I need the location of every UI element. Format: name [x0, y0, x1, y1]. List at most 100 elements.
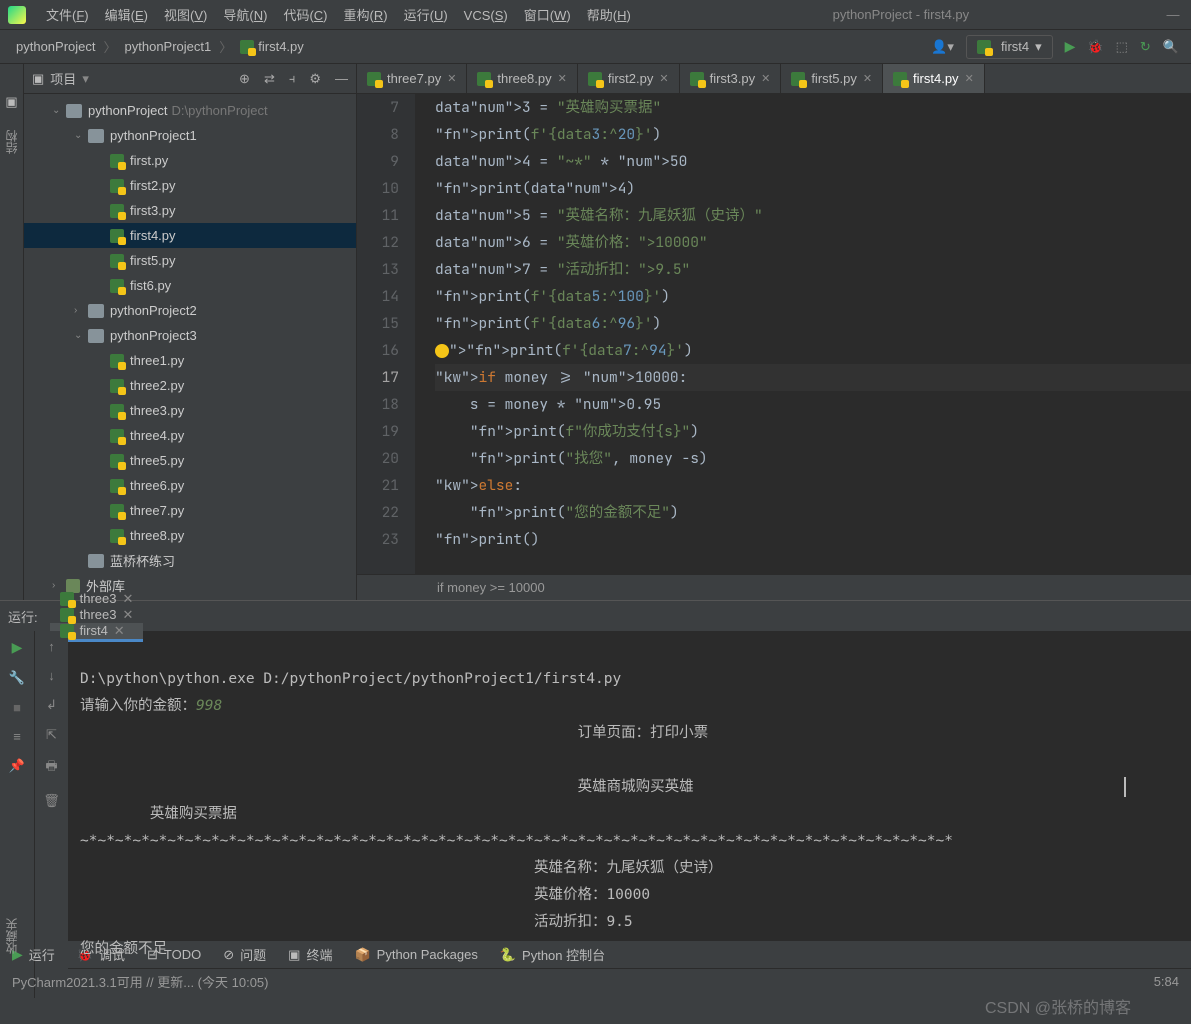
- rerun-button[interactable]: ▶: [12, 639, 23, 656]
- export-icon[interactable]: ⇱: [46, 727, 57, 743]
- python-file-icon: [60, 592, 74, 606]
- user-icon[interactable]: 👤▾: [931, 39, 954, 55]
- tree-row[interactable]: three6.py: [24, 473, 356, 498]
- stop-button[interactable]: ■: [13, 700, 21, 715]
- tree-row[interactable]: three8.py: [24, 523, 356, 548]
- down-icon[interactable]: ↓: [48, 668, 55, 683]
- python-file-icon: [110, 454, 124, 468]
- search-icon[interactable]: 🔍: [1163, 39, 1179, 55]
- tree-row[interactable]: three4.py: [24, 423, 356, 448]
- tree-row[interactable]: ›pythonProject2: [24, 298, 356, 323]
- menu-item[interactable]: 导航(N): [215, 8, 275, 23]
- trash-icon[interactable]: 🗑: [43, 793, 60, 809]
- menu-item[interactable]: 文件(F): [38, 8, 97, 23]
- tree-row[interactable]: ⌄pythonProjectD:\pythonProject: [24, 98, 356, 123]
- run-pane: 运行: three3 ✕three3 ✕first4 ✕ ▶ 🔧 ■ ≡ 📌 ↑…: [0, 600, 1191, 940]
- menu-item[interactable]: 视图(V): [156, 8, 215, 23]
- tree-row[interactable]: first5.py: [24, 248, 356, 273]
- breadcrumb-file[interactable]: first4.py: [236, 39, 308, 55]
- window-title: pythonProject - first4.py: [639, 7, 1163, 22]
- menu-item[interactable]: 运行(U): [396, 8, 456, 23]
- run-tab[interactable]: three3 ✕: [50, 607, 144, 623]
- debug-button[interactable]: 🐞: [1087, 39, 1103, 55]
- structure-tool[interactable]: 结构: [3, 130, 20, 154]
- menu-item[interactable]: 代码(C): [275, 8, 335, 23]
- breadcrumb-root[interactable]: pythonProject: [12, 39, 100, 54]
- code-breadcrumb[interactable]: if money >= 10000: [357, 574, 1191, 600]
- python-file-icon: [110, 179, 124, 193]
- layout-icon[interactable]: ≡: [13, 729, 21, 744]
- menu-item[interactable]: VCS(S): [456, 8, 516, 23]
- run-button[interactable]: ▶: [1065, 38, 1076, 55]
- pin-icon[interactable]: 📌: [9, 758, 25, 774]
- soft-wrap-icon[interactable]: ↲: [46, 697, 57, 713]
- breadcrumb-folder[interactable]: pythonProject1: [121, 39, 216, 54]
- stop-icon[interactable]: ↻: [1140, 39, 1151, 55]
- tree-row[interactable]: three1.py: [24, 348, 356, 373]
- tree-row[interactable]: first4.py: [24, 223, 356, 248]
- close-icon[interactable]: ✕: [558, 72, 567, 85]
- close-icon[interactable]: ✕: [123, 607, 134, 623]
- close-icon[interactable]: ✕: [123, 591, 134, 607]
- tree-row[interactable]: first.py: [24, 148, 356, 173]
- settings-icon[interactable]: ⚙: [309, 71, 321, 87]
- expand-icon[interactable]: ⇄: [264, 71, 275, 87]
- minimize-icon[interactable]: —: [1163, 7, 1183, 22]
- python-file-icon: [110, 154, 124, 168]
- chevron-right-icon: 〉: [100, 37, 121, 56]
- coverage-icon[interactable]: ⬚: [1116, 39, 1128, 55]
- tree-row[interactable]: first3.py: [24, 198, 356, 223]
- project-label[interactable]: 项目: [50, 69, 76, 88]
- menu-item[interactable]: 窗口(W): [516, 8, 579, 23]
- editor-tab[interactable]: three7.py✕: [357, 64, 467, 93]
- chevron-down-icon[interactable]: ▾: [82, 71, 89, 87]
- hide-icon[interactable]: —: [335, 71, 348, 87]
- menu-item[interactable]: 帮助(H): [579, 8, 639, 23]
- folder-icon: [88, 554, 104, 568]
- close-icon[interactable]: ✕: [965, 72, 974, 85]
- folder-icon: [88, 329, 104, 343]
- python-file-icon: [110, 404, 124, 418]
- run-tab[interactable]: three3 ✕: [50, 591, 144, 607]
- collapse-icon[interactable]: ⫞: [289, 71, 296, 87]
- python-file-icon: [588, 72, 602, 86]
- code-editor[interactable]: data"num">3 = "英雄购买票据""fn">print(f'{data…: [415, 94, 1191, 574]
- project-tool-icon[interactable]: ▣: [5, 94, 17, 110]
- editor-tab[interactable]: three8.py✕: [467, 64, 577, 93]
- close-icon[interactable]: ✕: [447, 72, 456, 85]
- folder-icon: [88, 129, 104, 143]
- python-file-icon: [690, 72, 704, 86]
- pycharm-logo-icon: [8, 6, 26, 24]
- tree-row[interactable]: three2.py: [24, 373, 356, 398]
- editor-tab[interactable]: first5.py✕: [781, 64, 883, 93]
- favorites-tool[interactable]: 收藏夹: [3, 918, 20, 954]
- run-label: 运行:: [8, 607, 38, 626]
- intention-bulb-icon[interactable]: [435, 344, 449, 358]
- python-file-icon: [110, 279, 124, 293]
- editor-tab[interactable]: first4.py✕: [883, 64, 985, 93]
- chevron-down-icon: ▾: [1035, 39, 1042, 55]
- tree-row[interactable]: ⌄pythonProject1: [24, 123, 356, 148]
- editor-tab[interactable]: first2.py✕: [578, 64, 680, 93]
- menu-item[interactable]: 重构(R): [336, 8, 396, 23]
- tree-row[interactable]: fist6.py: [24, 273, 356, 298]
- print-icon[interactable]: 🖶: [45, 757, 57, 779]
- tree-row[interactable]: three7.py: [24, 498, 356, 523]
- tree-row[interactable]: 蓝桥杯练习: [24, 548, 356, 573]
- tree-row[interactable]: first2.py: [24, 173, 356, 198]
- run-config-selector[interactable]: first4 ▾: [966, 35, 1053, 59]
- tree-row[interactable]: three5.py: [24, 448, 356, 473]
- locate-icon[interactable]: ⊕: [239, 71, 250, 87]
- tree-row[interactable]: ⌄pythonProject3: [24, 323, 356, 348]
- close-icon[interactable]: ✕: [761, 72, 770, 85]
- editor-tab[interactable]: first3.py✕: [680, 64, 782, 93]
- project-tree[interactable]: ⌄pythonProjectD:\pythonProject⌄pythonPro…: [24, 94, 356, 600]
- wrench-icon[interactable]: 🔧: [9, 670, 25, 686]
- tree-row[interactable]: three3.py: [24, 398, 356, 423]
- close-icon[interactable]: ✕: [863, 72, 872, 85]
- console-output[interactable]: D:\python\python.exe D:/pythonProject/py…: [68, 631, 1191, 998]
- up-icon[interactable]: ↑: [48, 639, 55, 654]
- close-icon[interactable]: ✕: [659, 72, 668, 85]
- python-file-icon: [110, 504, 124, 518]
- menu-item[interactable]: 编辑(E): [97, 8, 156, 23]
